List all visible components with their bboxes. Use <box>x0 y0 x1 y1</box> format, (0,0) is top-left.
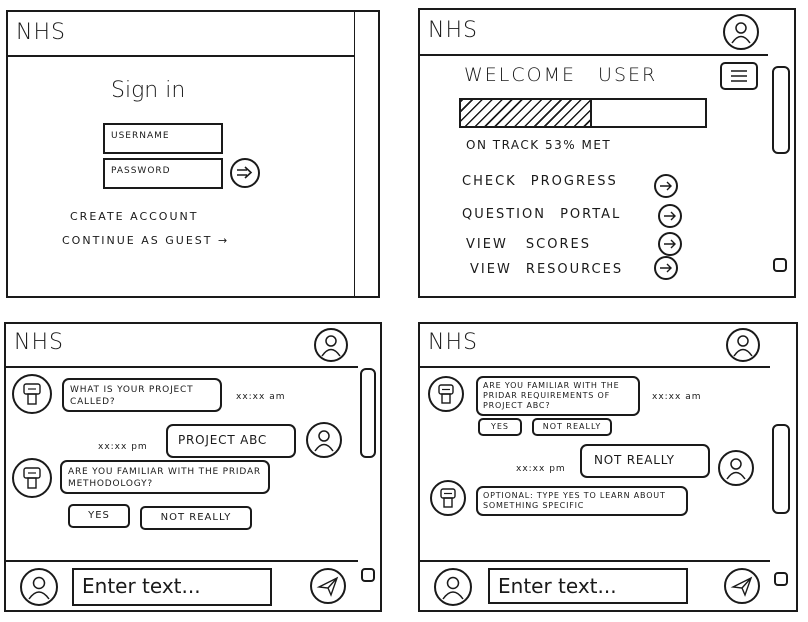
quick-reply-not-really[interactable]: NOT REALLY <box>140 506 252 530</box>
app-logo: NHS <box>428 330 478 355</box>
arrow-right-icon[interactable] <box>658 204 682 228</box>
scrollbar-handle[interactable] <box>773 258 787 272</box>
message-input[interactable]: Enter text... <box>488 568 688 604</box>
arrow-right-icon[interactable] <box>654 174 678 198</box>
hamburger-menu-icon <box>731 70 747 82</box>
welcome-heading: WELCOME USER <box>464 64 658 86</box>
menu-item-question-portal[interactable]: QUESTION PORTAL <box>462 203 682 225</box>
quick-reply-not-really[interactable]: NOT REALLY <box>532 418 612 436</box>
profile-button[interactable] <box>314 328 348 362</box>
user-avatar-icon <box>321 335 341 357</box>
chat-input-bar: Enter text... <box>6 560 358 614</box>
message-timestamp: xx:xx am <box>652 392 702 402</box>
bot-message: ARE YOU FAMILIAR WITH THE PRIDAR METHODO… <box>60 460 270 494</box>
menu-button[interactable] <box>720 62 758 90</box>
continue-as-guest-link[interactable]: CONTINUE AS GUEST → <box>62 234 229 247</box>
scrollbar-thumb[interactable] <box>772 424 790 514</box>
menu-item-label: VIEW RESOURCES <box>470 262 624 277</box>
app-header: NHS <box>420 324 770 368</box>
page-title: Sign in <box>111 78 186 103</box>
app-header: NHS <box>6 324 358 368</box>
bot-message: ARE YOU FAMILIAR WITH THE PRIDAR REQUIRE… <box>476 376 640 416</box>
chat-screen: NHS WHAT IS YOUR PROJECT CALLED? xx:xx a… <box>4 322 360 612</box>
robot-icon <box>440 488 456 508</box>
app-header: NHS <box>420 10 768 56</box>
user-avatar <box>434 568 472 606</box>
user-avatar-icon <box>314 430 334 452</box>
bot-avatar <box>12 374 52 414</box>
app-logo: NHS <box>16 20 66 45</box>
arrow-right-icon <box>237 166 253 179</box>
arrow-right-icon[interactable] <box>658 232 682 256</box>
quick-reply-yes[interactable]: YES <box>68 504 130 528</box>
bot-message: OPTIONAL: TYPE YES TO LEARN ABOUT SOMETH… <box>476 486 688 516</box>
bot-avatar <box>430 480 466 516</box>
send-button[interactable] <box>310 568 346 604</box>
user-avatar <box>20 568 58 606</box>
user-avatar-icon <box>726 458 746 480</box>
menu-item-check-progress[interactable]: CHECK PROGRESS <box>462 170 682 192</box>
app-logo: NHS <box>14 330 64 355</box>
progress-bar <box>459 98 707 128</box>
scrollbar-thumb[interactable] <box>360 368 376 458</box>
bot-avatar <box>428 376 464 412</box>
quick-reply-yes[interactable]: YES <box>478 418 522 436</box>
user-avatar-icon <box>442 576 464 600</box>
user-message: NOT REALLY <box>580 444 710 478</box>
message-timestamp: xx:xx pm <box>516 464 566 474</box>
menu-item-label: QUESTION PORTAL <box>462 207 622 222</box>
bot-avatar <box>12 458 52 498</box>
login-screen: NHS Sign in USERNAME PASSWORD CREATE ACC… <box>6 10 356 298</box>
user-avatar <box>306 422 342 458</box>
dashboard-screen: NHS WELCOME USER ON TRACK 53% MET CHECK … <box>418 8 770 298</box>
scrollbar[interactable] <box>358 322 382 612</box>
user-avatar-icon <box>28 576 50 600</box>
robot-icon <box>23 383 41 405</box>
send-button[interactable] <box>724 568 760 604</box>
username-field[interactable]: USERNAME <box>103 123 223 154</box>
progress-fill <box>461 100 593 126</box>
menu-item-view-resources[interactable]: VIEW RESOURCES <box>470 258 670 280</box>
message-timestamp: xx:xx pm <box>98 442 148 452</box>
sign-in-button[interactable] <box>230 158 260 188</box>
scrollbar[interactable] <box>770 322 798 612</box>
bot-message: WHAT IS YOUR PROJECT CALLED? <box>62 378 222 412</box>
chat-input-bar: Enter text... <box>420 560 770 614</box>
scrollbar-handle[interactable] <box>774 572 788 586</box>
send-icon <box>316 576 339 597</box>
menu-item-view-scores[interactable]: VIEW SCORES <box>466 233 666 255</box>
app-logo: NHS <box>428 18 478 43</box>
message-input[interactable]: Enter text... <box>72 568 272 606</box>
scrollbar-thumb[interactable] <box>772 66 790 154</box>
profile-button[interactable] <box>726 328 760 362</box>
robot-icon <box>438 384 454 404</box>
user-avatar <box>718 450 754 486</box>
send-icon <box>730 576 753 597</box>
user-message: PROJECT ABC <box>166 424 296 458</box>
menu-item-label: CHECK PROGRESS <box>462 174 618 189</box>
progress-status: ON TRACK 53% MET <box>466 138 612 152</box>
message-timestamp: xx:xx am <box>236 392 286 402</box>
profile-button[interactable] <box>723 14 759 50</box>
scrollbar[interactable] <box>355 10 380 298</box>
create-account-link[interactable]: CREATE ACCOUNT <box>70 210 198 223</box>
menu-item-label: VIEW SCORES <box>466 237 591 252</box>
chat-screen: NHS ARE YOU FAMILIAR WITH THE PRIDAR REQ… <box>418 322 772 612</box>
password-field[interactable]: PASSWORD <box>103 158 223 189</box>
user-avatar-icon <box>731 22 751 44</box>
arrow-right-icon[interactable] <box>654 256 678 280</box>
scrollbar-handle[interactable] <box>361 568 375 582</box>
robot-icon <box>23 467 41 489</box>
scrollbar[interactable] <box>768 8 796 298</box>
user-avatar-icon <box>733 335 753 357</box>
app-header: NHS <box>8 12 354 57</box>
